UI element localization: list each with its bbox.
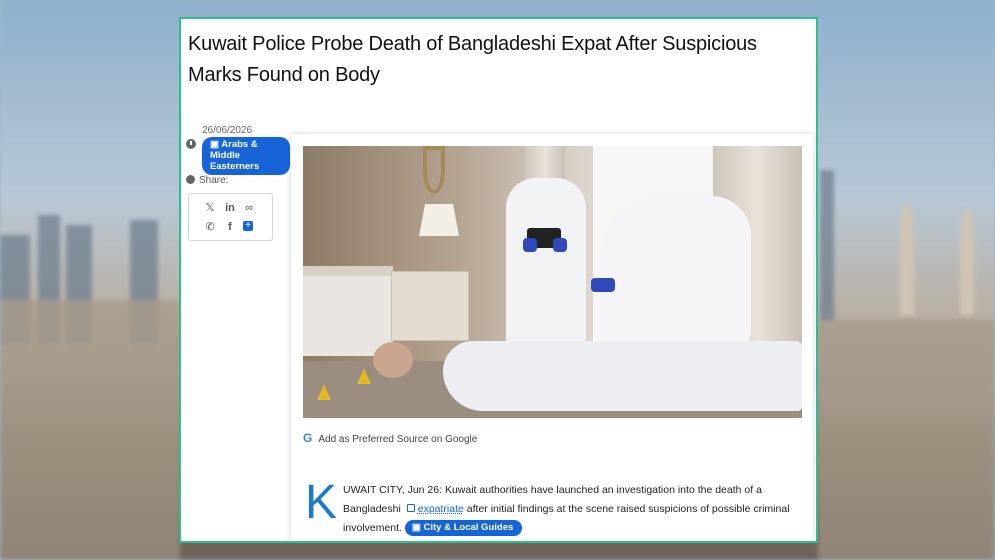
- share-label: Share:: [199, 175, 229, 186]
- article-card: G Add as Preferred Source on Google K UWA…: [291, 134, 813, 541]
- preferred-source-label: Add as Preferred Source on Google: [318, 434, 478, 445]
- category-icon: ▣: [210, 139, 222, 150]
- facebook-icon[interactable]: f: [224, 221, 236, 233]
- whatsapp-icon[interactable]: ✆: [204, 221, 216, 233]
- preferred-source-link[interactable]: G Add as Preferred Source on Google: [303, 431, 477, 445]
- article-body: K UWAIT CITY, Jun 26: Kuwait authorities…: [302, 476, 792, 538]
- x-icon[interactable]: 𝕏: [204, 202, 216, 214]
- category-badge[interactable]: ▣ Arabs & Middle Easterners: [202, 137, 290, 175]
- article-date: 26/06/2026: [202, 125, 253, 136]
- share-buttons: 𝕏 in ∞ ✆ f +: [188, 193, 273, 241]
- dropcap: K: [305, 476, 338, 529]
- link-icon[interactable]: ∞: [243, 202, 255, 214]
- link-glossary-icon: [406, 504, 415, 512]
- tag-label: City & Local Guides: [423, 522, 514, 533]
- plus-icon[interactable]: +: [243, 221, 253, 231]
- share-icon: [186, 175, 195, 184]
- tag-badge[interactable]: ▣ City & Local Guides: [404, 520, 523, 536]
- google-icon: G: [303, 431, 313, 445]
- share-row: Share:: [186, 175, 228, 186]
- linkedin-icon[interactable]: in: [224, 202, 236, 214]
- article-photo: [303, 146, 802, 418]
- article-headline: Kuwait Police Probe Death of Bangladeshi…: [188, 33, 757, 86]
- article-screenshot-frame: Kuwait Police Probe Death of Bangladeshi…: [179, 17, 818, 543]
- expatriate-link[interactable]: expatriate: [418, 503, 464, 515]
- clock-icon: [186, 139, 196, 149]
